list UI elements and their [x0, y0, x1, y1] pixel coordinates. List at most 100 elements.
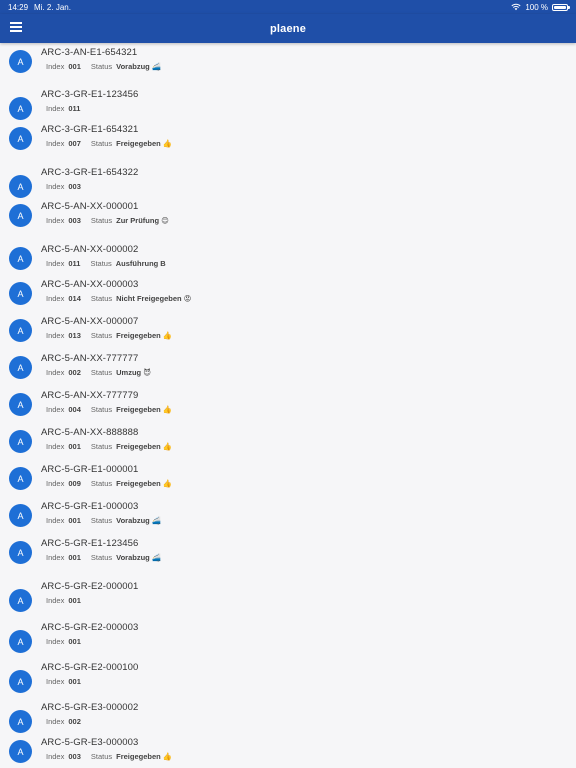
list-item[interactable]: A ARC-5-AN-XX-000007 Index 013 Status Freigeg…: [0, 316, 576, 353]
avatar: A: [9, 504, 32, 527]
index-label: Index: [46, 516, 65, 525]
index-label: Index: [46, 442, 65, 451]
list-item[interactable]: A ARC-3-GR-E1-654321 Index 007 Status Freigeg…: [0, 124, 576, 161]
index-value: 011: [68, 104, 81, 113]
list-item-title: ARC-5-GR-E3-000003: [41, 737, 139, 748]
status-label: Status: [90, 516, 113, 525]
list-item[interactable]: A ARC-5-GR-E1-123456 Index 001 Status Vorabzu…: [0, 538, 576, 575]
index-value: 001: [68, 553, 81, 562]
status-value: Freigegeben 👍: [116, 479, 173, 488]
index-label: Index: [46, 368, 65, 377]
list-item-title: ARC-5-GR-E2-000001: [41, 581, 139, 592]
status-label: Status: [90, 294, 113, 303]
avatar: A: [9, 319, 32, 342]
status-label: Status: [90, 442, 113, 451]
list-item-title: ARC-3-GR-E1-654322: [41, 167, 139, 178]
index-value: 001: [68, 516, 81, 525]
list-item-title: ARC-3-GR-E1-654321: [41, 124, 139, 135]
avatar: A: [9, 541, 32, 564]
avatar: A: [9, 670, 32, 693]
list-item-meta: Index 001 Status Vorabzug 🚄: [46, 62, 161, 71]
list-item-title: ARC-5-AN-XX-000001: [41, 201, 139, 212]
status-label: Status: [90, 62, 113, 71]
avatar: A: [9, 247, 32, 270]
page-title: plaene: [269, 22, 307, 35]
index-label: Index: [46, 259, 65, 268]
list-item-title: ARC-5-GR-E2-000100: [41, 662, 139, 673]
battery-percent: 100 %: [525, 2, 548, 12]
status-value: Freigegeben 👍: [116, 752, 173, 761]
avatar: A: [9, 50, 32, 73]
avatar: A: [9, 356, 32, 379]
index-value: 004: [68, 405, 81, 414]
status-label: Status: [90, 368, 113, 377]
list-item[interactable]: A ARC-5-GR-E3-000002 Index 002: [0, 702, 576, 739]
plan-list[interactable]: A ARC-3-AN-E1-654321 Index 001 Status Vorabzu…: [0, 43, 576, 768]
list-item-title: ARC-5-AN-XX-777777: [41, 353, 139, 364]
index-label: Index: [46, 294, 65, 303]
list-item-title: ARC-5-AN-XX-000007: [41, 316, 139, 327]
status-value: Freigegeben 👍: [116, 331, 173, 340]
list-item-meta: Index 011 Status Ausführung B: [46, 259, 166, 268]
status-label: Status: [90, 405, 113, 414]
list-item[interactable]: A ARC-5-GR-E2-000100 Index 001: [0, 662, 576, 699]
status-value: Freigegeben 👍: [116, 139, 173, 148]
list-item[interactable]: A ARC-5-GR-E1-000001 Index 009 Status Freigeg…: [0, 464, 576, 501]
list-item-title: ARC-5-AN-XX-000002: [41, 244, 139, 255]
index-value: 001: [68, 596, 81, 605]
list-item[interactable]: A ARC-5-GR-E2-000001 Index 001: [0, 581, 576, 618]
index-label: Index: [46, 182, 65, 191]
list-item[interactable]: A ARC-5-AN-XX-000001 Index 003 Status Zur Prü…: [0, 201, 576, 238]
list-item-meta: Index 013 Status Freigegeben 👍: [46, 331, 172, 340]
index-value: 003: [68, 752, 81, 761]
status-value: Freigegeben 👍: [116, 442, 173, 451]
avatar: A: [9, 740, 32, 763]
list-item-title: ARC-3-GR-E1-123456: [41, 89, 139, 100]
list-item[interactable]: A ARC-5-AN-XX-777779 Index 004 Status Freigeg…: [0, 390, 576, 427]
list-item[interactable]: A ARC-3-GR-E1-123456 Index 011: [0, 89, 576, 126]
list-item-meta: Index 001: [46, 596, 81, 605]
list-item[interactable]: A ARC-3-AN-E1-654321 Index 001 Status Vorabzu…: [0, 47, 576, 84]
status-value: Zur Prüfung 😊: [116, 216, 169, 225]
status-label: Status: [90, 752, 113, 761]
status-label: Status: [90, 331, 113, 340]
list-item[interactable]: A ARC-5-GR-E3-000003 Index 003 Status Freigeg…: [0, 737, 576, 768]
index-value: 001: [68, 62, 81, 71]
index-value: 001: [68, 637, 81, 646]
list-item[interactable]: A ARC-3-GR-E1-654322 Index 003: [0, 167, 576, 204]
avatar: A: [9, 97, 32, 120]
list-item-meta: Index 001 Status Vorabzug 🚄: [46, 553, 161, 562]
list-item-title: ARC-5-GR-E1-000003: [41, 501, 139, 512]
hamburger-menu-icon[interactable]: [10, 22, 22, 34]
list-item-meta: Index 003 Status Zur Prüfung 😊: [46, 216, 169, 225]
index-label: Index: [46, 479, 65, 488]
list-item-meta: Index 002: [46, 717, 81, 726]
status-label: Status: [90, 139, 113, 148]
list-item[interactable]: A ARC-5-AN-XX-000002 Index 011 Status Ausführ…: [0, 244, 576, 281]
status-value: Nicht Freigegeben 😡: [116, 294, 192, 303]
index-value: 009: [68, 479, 81, 488]
app-bar: plaene: [0, 14, 576, 43]
index-value: 014: [68, 294, 81, 303]
index-label: Index: [46, 717, 65, 726]
avatar: A: [9, 710, 32, 733]
list-item[interactable]: A ARC-5-AN-XX-000003 Index 014 Status Nicht F…: [0, 279, 576, 316]
status-date: Mi. 2. Jan.: [34, 2, 71, 12]
avatar: A: [9, 282, 32, 305]
list-item[interactable]: A ARC-5-AN-XX-777777 Index 002 Status Umzug 😈: [0, 353, 576, 390]
list-item-meta: Index 014 Status Nicht Freigegeben 😡: [46, 294, 191, 303]
index-label: Index: [46, 216, 65, 225]
list-item[interactable]: A ARC-5-GR-E1-000003 Index 001 Status Vorabzu…: [0, 501, 576, 538]
list-item[interactable]: A ARC-5-AN-XX-888888 Index 001 Status Freigeg…: [0, 427, 576, 464]
list-item-title: ARC-5-AN-XX-888888: [41, 427, 139, 438]
status-bar: 14:29 Mi. 2. Jan. 100 %: [0, 0, 576, 14]
avatar: A: [9, 127, 32, 150]
index-label: Index: [46, 331, 65, 340]
avatar: A: [9, 467, 32, 490]
list-item-meta: Index 009 Status Freigegeben 👍: [46, 479, 172, 488]
list-item-title: ARC-5-GR-E2-000003: [41, 622, 139, 633]
index-label: Index: [46, 553, 65, 562]
list-item-meta: Index 001 Status Vorabzug 🚄: [46, 516, 161, 525]
list-item[interactable]: A ARC-5-GR-E2-000003 Index 001: [0, 622, 576, 659]
index-label: Index: [46, 596, 65, 605]
